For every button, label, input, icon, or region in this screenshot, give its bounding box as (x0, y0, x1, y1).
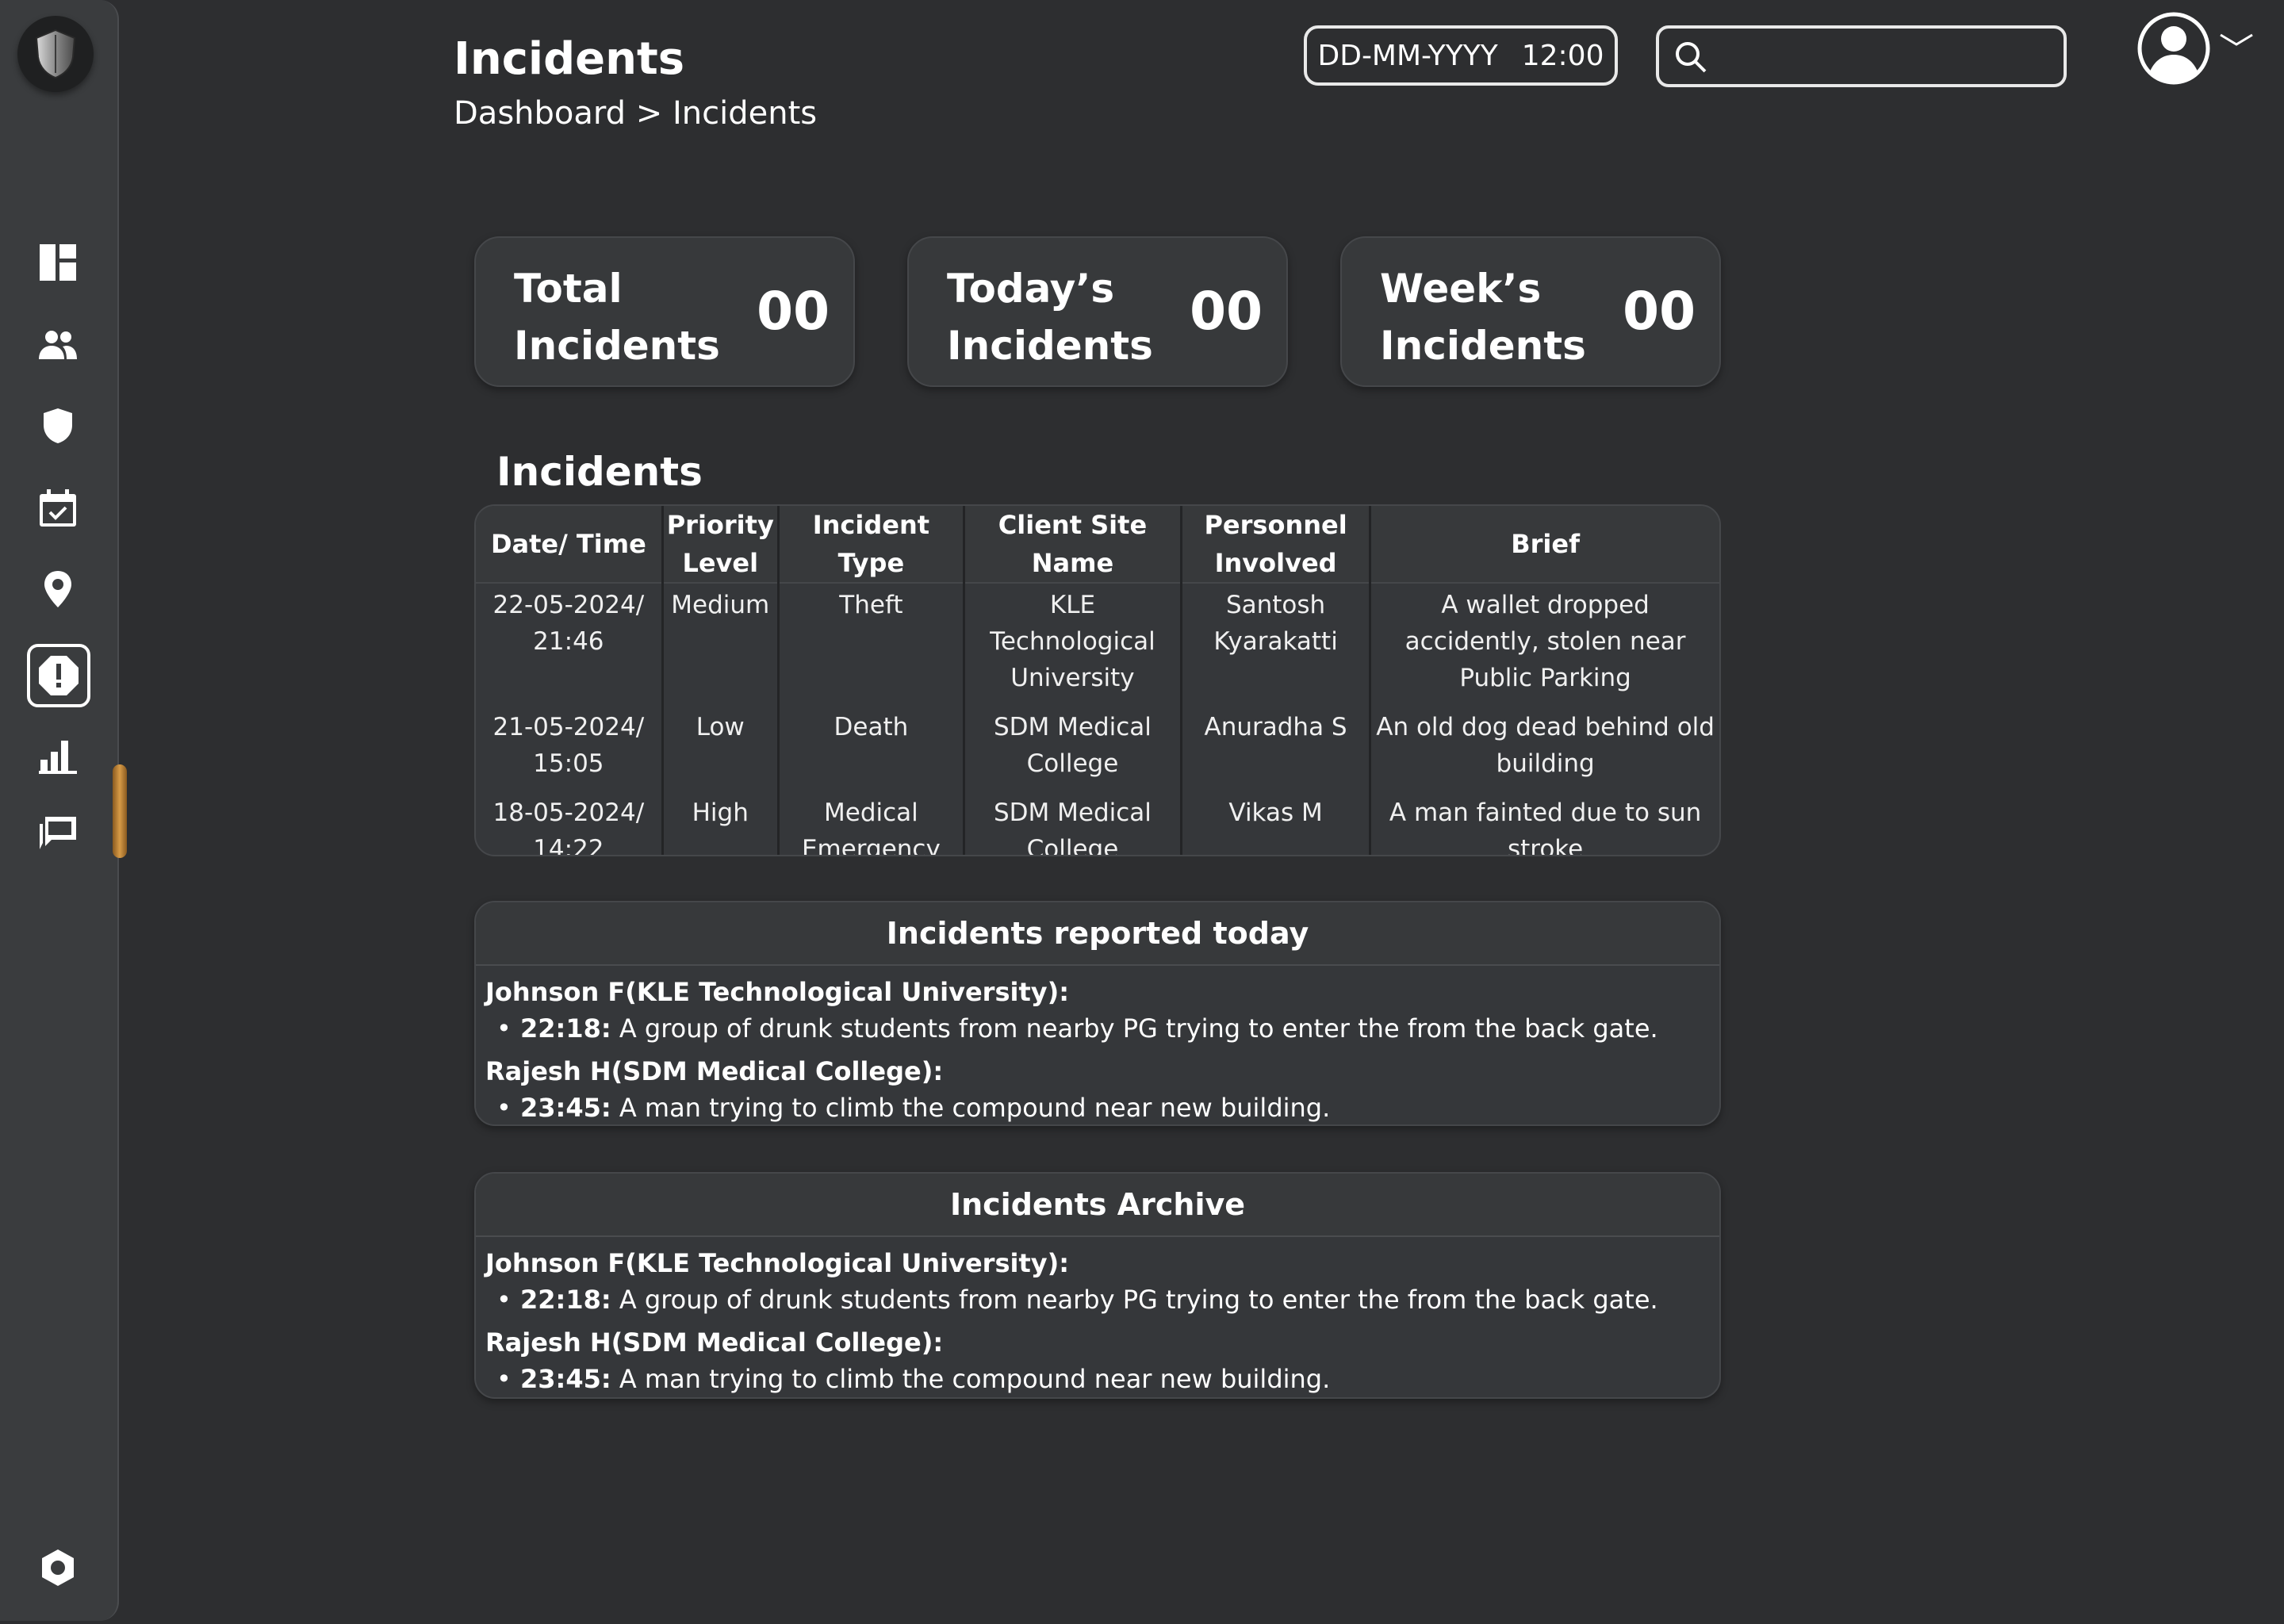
shield-logo-icon (35, 29, 76, 79)
table-row[interactable]: 21-05-2024/ 15:05 Low Death SDM Medical … (476, 706, 1719, 791)
search-icon (1676, 42, 1707, 73)
entry-text: A group of drunk students from nearby PG… (619, 1013, 1658, 1044)
entry-reporter: Johnson F(KLE Technological University): (485, 1248, 1070, 1278)
stat-card-total: Total Incidents 00 (474, 236, 855, 387)
search-box[interactable] (1656, 25, 2067, 87)
shield-icon (44, 408, 72, 443)
sidebar-item-reports[interactable] (30, 728, 86, 783)
entry-time: 22:18: (520, 1013, 611, 1044)
entry-reporter: Rajesh H(SDM Medical College): (485, 1327, 944, 1358)
sidebar-item-security[interactable] (30, 398, 86, 454)
date-value: DD-MM-YYYY (1317, 39, 1498, 72)
column-header[interactable]: Client Site Name (964, 506, 1182, 584)
cell-site: SDM Medical College (964, 706, 1182, 791)
time-value: 12:00 (1521, 39, 1604, 72)
chevron-down-icon[interactable] (2219, 32, 2254, 49)
cell-datetime: 21-05-2024/ 15:05 (476, 706, 664, 791)
entry-reporter: Johnson F(KLE Technological University): (485, 977, 1070, 1007)
entry-reporter: Rajesh H(SDM Medical College): (485, 1056, 944, 1086)
cell-priority: Medium (662, 583, 780, 706)
column-header[interactable]: Date/ Time (476, 506, 664, 584)
list-item: • 23:45: A man trying to climb the compou… (496, 1093, 1331, 1123)
entry-time: 23:45: (520, 1093, 611, 1123)
table-row[interactable]: 22-05-2024/ 21:46 Medium Theft KLE Techn… (476, 583, 1719, 706)
cell-site: KLE Technological University (964, 583, 1182, 706)
stat-card-week: Week’s Incidents 00 (1340, 236, 1721, 387)
stat-label: Total Incidents (514, 266, 720, 369)
stat-value: 00 (757, 281, 830, 342)
list-item: • 22:18: A group of drunk students from n… (496, 1285, 1658, 1315)
people-icon (39, 331, 77, 359)
list-item: • 22:18: A group of drunk students from n… (496, 1013, 1658, 1044)
stat-label: Week’s Incidents (1380, 266, 1586, 369)
page-title: Incidents (454, 33, 685, 85)
location-pin-icon (44, 571, 71, 607)
search-input[interactable] (1723, 35, 2059, 79)
sidebar (0, 0, 119, 1621)
sidebar-item-schedule[interactable] (30, 481, 86, 536)
entry-text: A man trying to climb the compound near … (619, 1093, 1331, 1123)
entry-text: A group of drunk students from nearby PG… (619, 1285, 1658, 1315)
cell-type: Death (778, 706, 965, 791)
sidebar-item-dashboard[interactable] (30, 235, 86, 290)
dashboard-icon (40, 244, 76, 281)
stat-value: 00 (1623, 281, 1696, 342)
stat-label: Today’s Incidents (947, 266, 1153, 369)
table-row[interactable]: 18-05-2024/ 14:22 High Medical Emergency… (476, 791, 1719, 856)
breadcrumb[interactable]: Dashboard > Incidents (454, 95, 817, 132)
entry-text: A man trying to climb the compound near … (619, 1364, 1331, 1394)
stat-card-today: Today’s Incidents 00 (907, 236, 1288, 387)
cell-site: SDM Medical College (964, 791, 1182, 855)
sidebar-item-locations[interactable] (30, 561, 86, 617)
sidebar-item-personnel[interactable] (30, 317, 86, 373)
app-logo[interactable] (17, 16, 94, 92)
list-item: • 23:45: A man trying to climb the compou… (496, 1364, 1331, 1394)
cell-datetime: 18-05-2024/ 14:22 (476, 791, 664, 855)
cell-brief: A wallet dropped accidently, stolen near… (1405, 591, 1686, 692)
sidebar-item-messages[interactable] (30, 806, 86, 861)
entry-time: 22:18: (520, 1285, 611, 1315)
calendar-check-icon (40, 489, 76, 527)
panel-title: Incidents Archive (476, 1174, 1719, 1237)
cell-personnel: Vikas M (1181, 791, 1372, 855)
user-avatar-icon[interactable] (2136, 11, 2211, 86)
settings-button[interactable] (30, 1540, 86, 1595)
incidents-table: Date/ Time Priority Level Incident Type … (474, 504, 1721, 856)
column-header[interactable]: Priority Level (662, 506, 780, 584)
stat-value: 00 (1190, 281, 1263, 342)
cell-datetime: 22-05-2024/ 21:46 (476, 583, 664, 706)
bar-chart-icon (39, 741, 77, 774)
column-header[interactable]: Personnel Involved (1181, 506, 1372, 584)
cell-priority: High (662, 791, 780, 855)
cell-priority: Low (662, 706, 780, 791)
sidebar-scrollbar[interactable] (113, 764, 127, 858)
column-header[interactable]: Incident Type (778, 506, 965, 584)
cell-personnel: Santosh Kyarakatti (1181, 583, 1372, 706)
table-title: Incidents (496, 449, 703, 495)
entry-time: 23:45: (520, 1364, 611, 1394)
incidents-archive-panel: Incidents Archive Johnson F(KLE Technolo… (474, 1172, 1721, 1399)
datetime-field[interactable]: DD-MM-YYYY 12:00 (1304, 25, 1618, 86)
sidebar-item-incidents[interactable] (27, 644, 90, 707)
cell-personnel: Anuradha S (1181, 706, 1372, 791)
table-header-row: Date/ Time Priority Level Incident Type … (476, 506, 1719, 584)
cell-type: Medical Emergency (778, 791, 965, 855)
panel-title: Incidents reported today (476, 902, 1719, 966)
chat-icon (40, 817, 76, 849)
cell-type: Theft (778, 583, 965, 706)
alert-icon (39, 656, 79, 695)
settings-icon (42, 1549, 74, 1586)
today-incidents-panel: Incidents reported today Johnson F(KLE T… (474, 901, 1721, 1126)
cell-brief: An old dog dead behind old building (1376, 713, 1715, 778)
column-header[interactable]: Brief (1370, 506, 1719, 584)
cell-brief: A man fainted due to sun stroke (1389, 799, 1702, 856)
